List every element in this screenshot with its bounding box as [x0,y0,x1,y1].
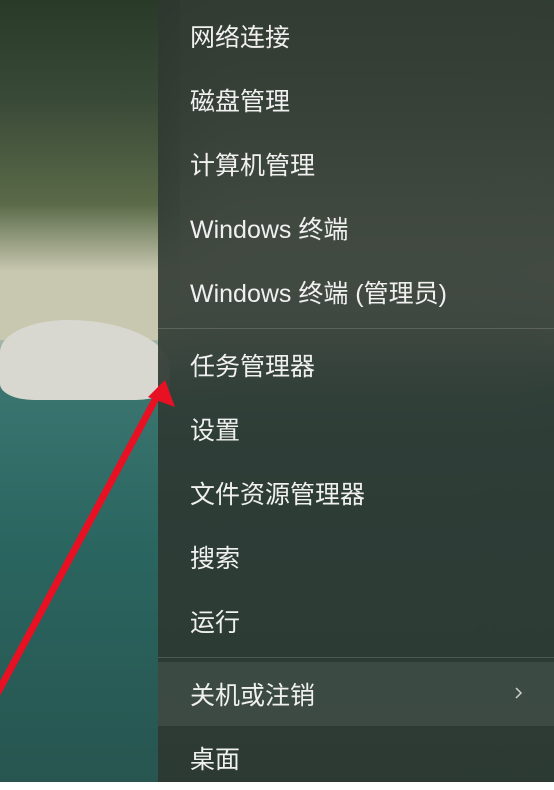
menu-label: 网络连接 [190,18,290,54]
menu-item-desktop[interactable]: 桌面 [158,726,554,790]
menu-label: 运行 [190,603,240,639]
menu-label: 文件资源管理器 [190,475,365,511]
winx-context-menu: 网络连接 磁盘管理 计算机管理 Windows 终端 Windows 终端 (管… [158,0,554,782]
menu-item-settings[interactable]: 设置 [158,397,554,461]
menu-item-run[interactable]: 运行 [158,589,554,653]
menu-label: 计算机管理 [190,146,315,182]
menu-item-search[interactable]: 搜索 [158,525,554,589]
menu-label: 任务管理器 [190,347,315,383]
menu-label: 设置 [190,411,240,447]
background-trees [0,0,180,340]
menu-item-task-manager[interactable]: 任务管理器 [158,333,554,397]
chevron-right-icon [512,683,526,706]
menu-item-file-explorer[interactable]: 文件资源管理器 [158,461,554,525]
menu-divider [158,657,554,658]
menu-label: 搜索 [190,539,240,575]
menu-label: 桌面 [190,740,240,776]
menu-item-windows-terminal-admin[interactable]: Windows 终端 (管理员) [158,260,554,324]
menu-item-computer-management[interactable]: 计算机管理 [158,132,554,196]
menu-item-windows-terminal[interactable]: Windows 终端 [158,196,554,260]
menu-label: 磁盘管理 [190,82,290,118]
menu-item-network-connections[interactable]: 网络连接 [158,4,554,68]
menu-label: 关机或注销 [190,676,315,712]
menu-item-disk-management[interactable]: 磁盘管理 [158,68,554,132]
menu-label: Windows 终端 [190,210,348,246]
menu-label: Windows 终端 (管理员) [190,274,447,310]
menu-item-shutdown-signout[interactable]: 关机或注销 [158,662,554,726]
menu-divider [158,328,554,329]
